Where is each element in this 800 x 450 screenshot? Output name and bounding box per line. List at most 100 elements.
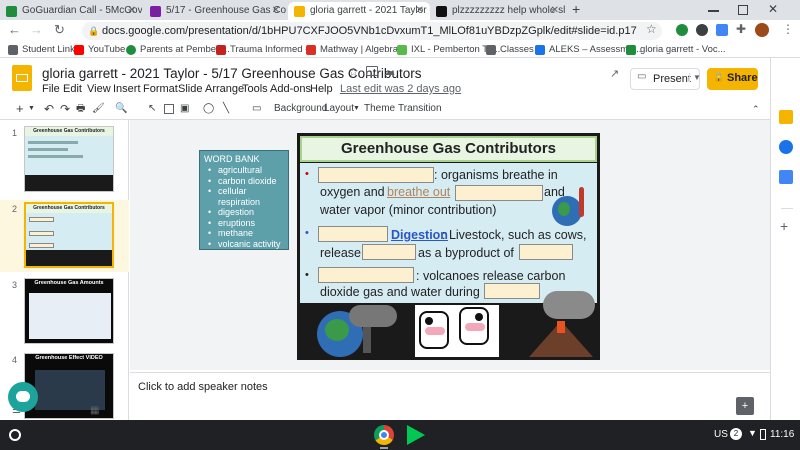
- menu-file[interactable]: File: [42, 83, 60, 95]
- menu-arrange[interactable]: Arrange: [205, 83, 244, 95]
- paint-format-icon[interactable]: 🖌: [92, 101, 105, 117]
- close-icon[interactable]: ✕: [272, 2, 280, 20]
- print-icon[interactable]: 🖶: [76, 101, 85, 117]
- explore-icon[interactable]: +: [736, 397, 754, 415]
- menu-help[interactable]: Help: [310, 83, 333, 95]
- slide-thumbnail-3[interactable]: Greenhouse Gas Amounts: [24, 278, 114, 344]
- clock[interactable]: 11:16: [770, 429, 794, 440]
- activity-icon[interactable]: ↗: [610, 67, 630, 87]
- battery-icon[interactable]: [760, 429, 766, 440]
- answer-blank[interactable]: [519, 244, 573, 260]
- slide-title[interactable]: Greenhouse Gas Contributors: [300, 136, 597, 162]
- line-icon[interactable]: ╲: [223, 101, 229, 117]
- bookmark-gloria[interactable]: gloria garrett - Voc...: [626, 43, 726, 57]
- address-bar[interactable]: 🔒 docs.google.com/presentation/d/1bHPU7C…: [82, 22, 662, 40]
- close-window-icon[interactable]: ✕: [768, 2, 778, 16]
- bookmark-youtube[interactable]: YouTube: [74, 43, 125, 57]
- bookmark-trauma[interactable]: Trauma Informed -...: [216, 43, 316, 57]
- chrome-menu-icon[interactable]: ⋮: [782, 22, 794, 36]
- launcher-icon[interactable]: [9, 429, 21, 441]
- close-icon[interactable]: ✕: [128, 2, 136, 20]
- extension-blue-icon[interactable]: [716, 24, 728, 36]
- slides-logo-icon[interactable]: [12, 65, 32, 91]
- answer-blank[interactable]: [455, 185, 543, 201]
- menu-edit[interactable]: Edit: [63, 83, 82, 95]
- menu-tools[interactable]: Tools: [242, 83, 268, 95]
- image-icon[interactable]: ▣: [180, 101, 189, 117]
- chevron-down-icon[interactable]: ▼: [353, 101, 360, 117]
- forward-icon[interactable]: →: [30, 22, 43, 37]
- wifi-icon[interactable]: ▼: [748, 428, 757, 438]
- slide-body[interactable]: • : organisms breathe in oxygen and brea…: [300, 163, 597, 303]
- move-folder-icon[interactable]: [366, 66, 378, 76]
- extensions-puzzle-icon[interactable]: ✚: [736, 22, 746, 36]
- redo-icon[interactable]: ↷: [60, 101, 70, 117]
- minimize-icon[interactable]: [708, 10, 719, 12]
- extension-k-icon[interactable]: [696, 24, 708, 36]
- present-button[interactable]: ▭ Present ▼: [630, 68, 701, 90]
- reload-icon[interactable]: ↻: [54, 22, 65, 38]
- play-store-icon[interactable]: [407, 425, 425, 445]
- chat-bubble-icon[interactable]: [8, 382, 38, 412]
- calendar-icon[interactable]: [779, 170, 793, 184]
- menu-view[interactable]: View: [87, 83, 111, 95]
- word-bank-box[interactable]: WORD BANK agricultural carbon dioxide ce…: [199, 150, 289, 250]
- tasks-icon[interactable]: [779, 140, 793, 154]
- close-icon[interactable]: ✕: [551, 2, 559, 20]
- zoom-icon[interactable]: 🔍: [115, 101, 127, 117]
- document-title[interactable]: gloria garrett - 2021 Taylor - 5/17 Gree…: [42, 66, 421, 81]
- new-slide-icon[interactable]: +: [16, 101, 24, 117]
- bookmark-ixl[interactable]: IXL - Pemberton To...: [397, 43, 500, 57]
- text-box-icon[interactable]: [164, 104, 174, 114]
- close-icon[interactable]: ✕: [416, 2, 424, 20]
- bookmark-star-icon[interactable]: ☆: [646, 22, 657, 36]
- layout-button[interactable]: Layout: [324, 101, 354, 117]
- browser-tab-slides[interactable]: gloria garrett - 2021 Taylor - 5/1 ✕: [288, 2, 430, 20]
- answer-blank[interactable]: [318, 267, 414, 283]
- select-cursor-icon[interactable]: ↖: [148, 101, 156, 117]
- browser-tab-greenhouse[interactable]: 5/17 - Greenhouse Gas Contribu ✕: [144, 2, 286, 20]
- grid-view-icon[interactable]: ▦: [90, 405, 99, 416]
- bookmark-student-links[interactable]: Student Links: [8, 43, 80, 57]
- breathe-out-link[interactable]: breathe out: [387, 185, 450, 200]
- transition-button[interactable]: Transition: [398, 101, 442, 117]
- chevron-down-icon[interactable]: ▼: [28, 101, 35, 117]
- notification-badge[interactable]: 2: [730, 428, 742, 440]
- new-tab-button[interactable]: +: [572, 1, 580, 17]
- bookmark-parents[interactable]: Parents at Pembert...: [126, 43, 230, 57]
- shape-icon[interactable]: ◯: [203, 101, 214, 117]
- menu-addons[interactable]: Add-ons: [270, 83, 311, 95]
- theme-button[interactable]: Theme: [364, 101, 395, 117]
- cloud-icon[interactable]: ☁: [384, 65, 395, 78]
- speaker-notes[interactable]: Click to add speaker notes +: [130, 372, 770, 420]
- bookmark-classes[interactable]: Classes: [486, 43, 534, 57]
- extension-green-icon[interactable]: [676, 24, 688, 36]
- answer-blank[interactable]: [318, 167, 434, 183]
- menu-slide[interactable]: Slide: [178, 83, 202, 95]
- share-button[interactable]: 🔒 Share: [707, 68, 758, 90]
- last-edit-link[interactable]: Last edit was 2 days ago: [340, 83, 461, 95]
- present-dropdown-icon[interactable]: ▼: [689, 73, 701, 82]
- star-icon[interactable]: ☆: [348, 65, 359, 79]
- input-method[interactable]: US: [714, 429, 728, 440]
- slide-thumbnail-1[interactable]: Greenhouse Gas Contributors: [24, 126, 114, 192]
- background-button[interactable]: Background: [274, 101, 327, 117]
- slide-thumbnail-4[interactable]: Greenhouse Effect VIDEO: [24, 353, 114, 419]
- browser-tab-goguardian[interactable]: GoGuardian Call - 5McGovern, B ✕: [0, 2, 142, 20]
- chevron-up-icon[interactable]: ⌃: [752, 101, 760, 117]
- chrome-icon[interactable]: [374, 425, 394, 445]
- back-icon[interactable]: ←: [8, 22, 21, 37]
- bookmark-mathway[interactable]: Mathway | Algebra...: [306, 43, 406, 57]
- slide[interactable]: Greenhouse Gas Contributors • : organism…: [297, 133, 600, 360]
- menu-format[interactable]: Format: [143, 83, 178, 95]
- comment-icon[interactable]: ▭: [252, 101, 261, 117]
- undo-icon[interactable]: ↶: [44, 101, 54, 117]
- menu-insert[interactable]: Insert: [113, 83, 141, 95]
- maximize-icon[interactable]: [738, 5, 748, 15]
- answer-blank[interactable]: [362, 244, 416, 260]
- browser-tab-brainly[interactable]: plzzzzzzzzz help whole slide - B ✕: [430, 2, 565, 20]
- slide-thumbnail-2[interactable]: Greenhouse Gas Contributors: [24, 202, 114, 268]
- answer-blank[interactable]: [318, 226, 388, 242]
- add-addon-icon[interactable]: +: [780, 218, 788, 234]
- profile-avatar[interactable]: [755, 23, 769, 37]
